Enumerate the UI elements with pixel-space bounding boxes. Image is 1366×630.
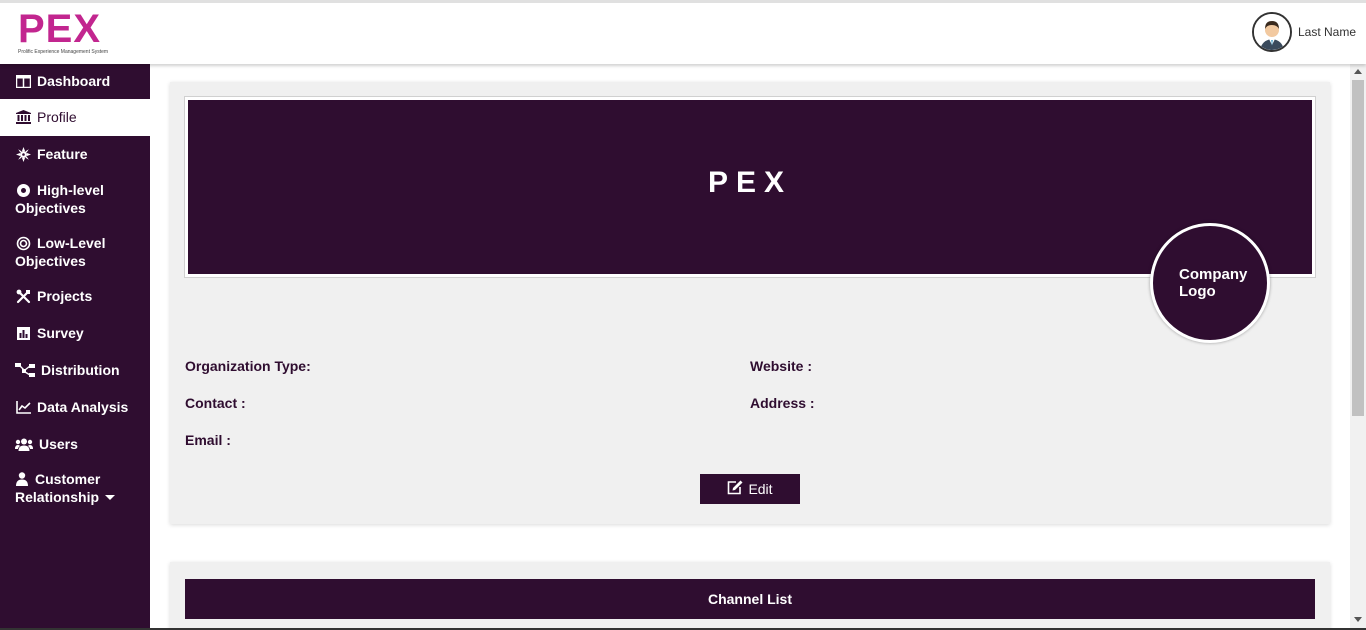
contact-label: Contact : — [185, 395, 246, 411]
user-menu[interactable]: Last Name — [1251, 12, 1356, 52]
sidebar-item-label: Customer — [35, 471, 101, 487]
channel-card: Channel List — [170, 562, 1330, 630]
sidebar-item-dashboard[interactable]: Dashboard — [0, 64, 150, 99]
sidebar-item-survey[interactable]: Survey — [0, 316, 150, 353]
institution-icon — [15, 109, 31, 125]
chevron-down-icon — [105, 495, 116, 501]
edit-button[interactable]: Edit — [700, 474, 800, 504]
sidebar-item-low-level-objectives[interactable]: Low-Level Objectives — [0, 226, 150, 279]
sidebar-item-label: Profile — [37, 109, 77, 125]
sidebar-item-customer-relationship[interactable]: Customer Relationship — [0, 464, 150, 514]
dashboard-icon — [15, 73, 31, 89]
bar-chart-icon — [15, 325, 31, 341]
sidebar-item-label2-text: Relationship — [15, 488, 100, 505]
sidebar-item-label: Users — [39, 436, 78, 452]
sidebar-item-data-analysis[interactable]: Data Analysis — [0, 390, 150, 427]
logo-wordmark: PEX — [18, 7, 102, 51]
sidebar-item-label: Projects — [37, 288, 93, 304]
channel-list-header: Channel List — [185, 579, 1315, 619]
user-avatar-icon[interactable] — [1251, 12, 1292, 52]
website-label: Website : — [750, 358, 812, 374]
logo-tagline: Prolific Experience Management System — [18, 49, 109, 55]
sidebar-item-users[interactable]: Users — [0, 427, 150, 464]
address-label: Address : — [750, 395, 815, 411]
pex-logo[interactable]: PEX Prolific Experience Management Syste… — [18, 9, 108, 59]
scroll-down-icon[interactable] — [1354, 617, 1362, 622]
sidebar-item-label: Data Analysis — [37, 399, 129, 415]
sidebar-item-label: Survey — [37, 325, 84, 341]
edit-icon — [727, 480, 743, 498]
sidebar-item-projects[interactable]: Projects — [0, 279, 150, 316]
sidebar-item-label: Low-Level — [37, 235, 106, 251]
sidebar-item-profile[interactable]: Profile — [0, 99, 150, 136]
sidebar-item-feature[interactable]: Feature — [0, 136, 150, 173]
banner-title: PEX — [707, 166, 793, 199]
company-logo[interactable]: Company Logo — [1150, 223, 1270, 343]
user-name[interactable]: Last Name — [1298, 25, 1356, 39]
cog-burst-icon — [15, 146, 31, 162]
sidebar-item-label-line2: Objectives — [15, 253, 86, 269]
scroll-up-icon[interactable] — [1354, 69, 1362, 74]
sidebar-item-label: Feature — [37, 146, 88, 162]
tools-icon — [15, 288, 31, 304]
sidebar-item-label: Dashboard — [37, 73, 111, 89]
sidebar-item-distribution[interactable]: Distribution — [0, 353, 150, 390]
sidebar-item-high-level-objectives[interactable]: High-level Objectives — [0, 173, 150, 226]
dot-circle-icon — [15, 182, 31, 198]
scrollbar-thumb[interactable] — [1352, 80, 1364, 416]
org-type-label: Organization Type: — [185, 358, 311, 374]
target-icon — [15, 235, 31, 251]
page-scrollbar[interactable] — [1350, 64, 1366, 630]
email-label: Email : — [185, 432, 231, 448]
user-icon — [15, 471, 29, 487]
sidebar-item-label: High-level — [37, 182, 104, 198]
sidebar: Dashboard Profile Feature High-level Obj… — [0, 64, 150, 630]
main-content: PEX Company Logo Organization Type: Webs… — [150, 64, 1350, 630]
sidebar-item-label-line2: Objectives — [15, 200, 86, 216]
company-logo-line2: Logo — [1179, 283, 1216, 300]
profile-card: PEX Company Logo Organization Type: Webs… — [170, 82, 1330, 524]
users-icon — [15, 436, 33, 452]
line-chart-icon — [15, 399, 31, 415]
sidebar-item-label: Distribution — [41, 362, 120, 378]
sidebar-item-label-line2: Relationship — [15, 489, 135, 506]
company-logo-line1: Company — [1179, 266, 1248, 283]
top-header: PEX Prolific Experience Management Syste… — [0, 0, 1366, 64]
profile-banner: PEX — [185, 97, 1315, 277]
edit-button-label: Edit — [748, 481, 773, 497]
sitemap-icon — [15, 362, 35, 378]
